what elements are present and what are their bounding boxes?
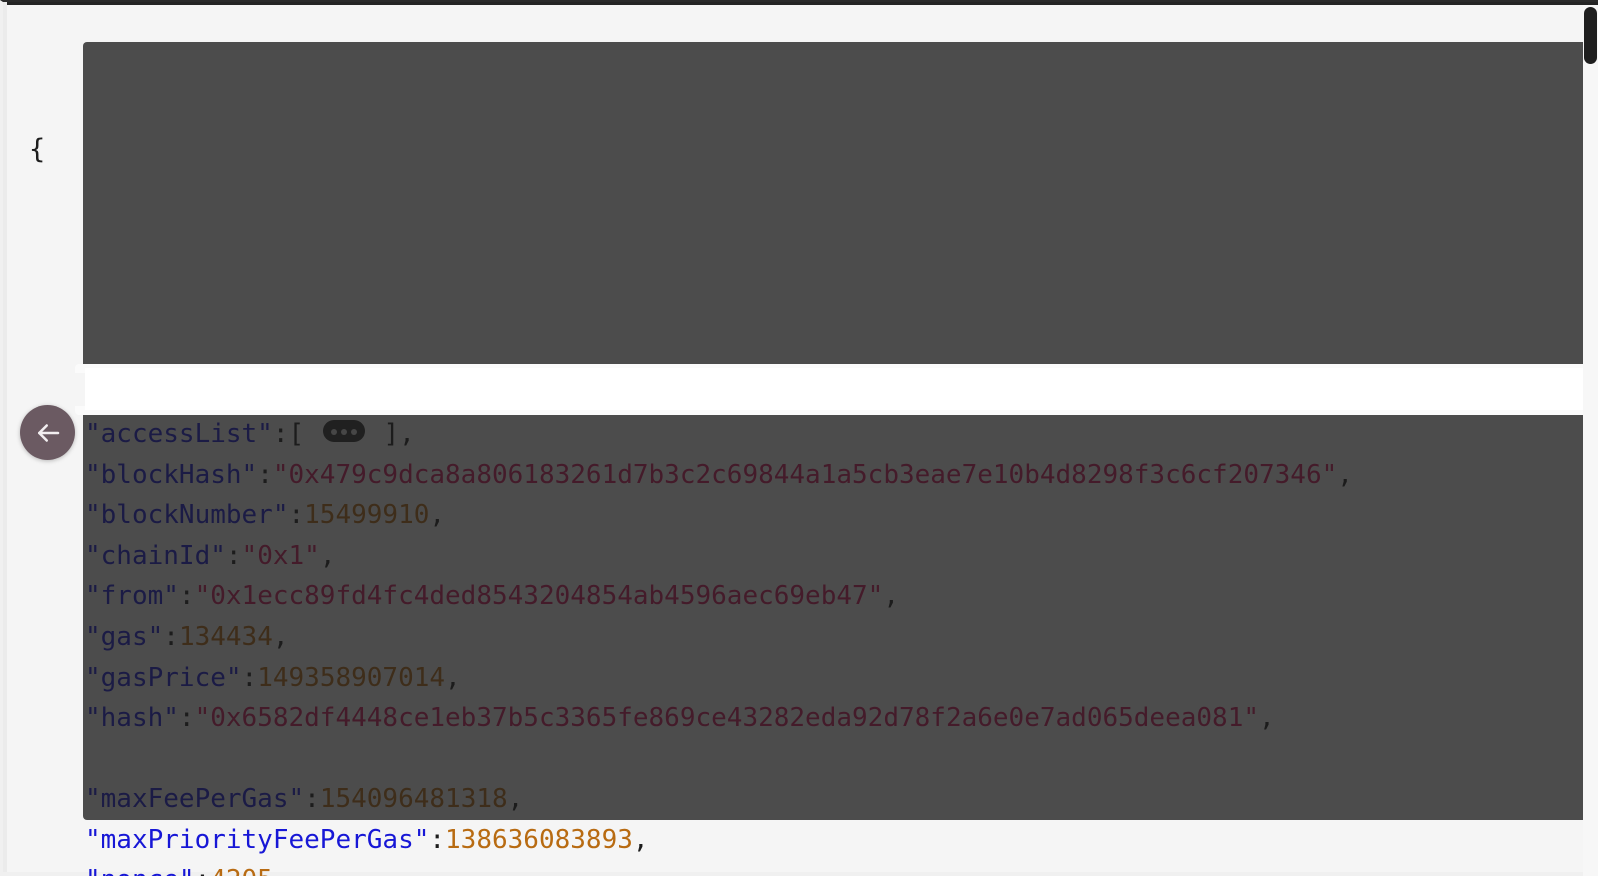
json-colon: : <box>257 459 273 490</box>
json-array-open: [ <box>288 418 320 449</box>
json-value: 15499910 <box>304 500 430 531</box>
json-value: "0x6582df4448ce1eb37b5c3365fe869ce43282e… <box>194 703 1260 734</box>
json-row[interactable]: "accessList":[ ], <box>85 414 1598 455</box>
json-row[interactable]: "blockHash":"0x479c9dca8a806183261d7b3c2… <box>85 455 1598 496</box>
json-row[interactable]: "gasPrice":149358907014, <box>85 658 1598 699</box>
json-comma: , <box>883 581 899 612</box>
json-row[interactable]: "hash":"0x6582df4448ce1eb37b5c3365fe869c… <box>85 698 1598 739</box>
json-colon: : <box>288 500 305 531</box>
json-value: 138636083893 <box>445 824 633 855</box>
json-key: "chainId" <box>85 540 226 571</box>
json-document: { "accessList":[ ], "blockHash":"0x479c9d… <box>3 2 1598 876</box>
json-comma: , <box>273 865 289 876</box>
json-row-input-highlighted[interactable]: "input":"0x00000001000000000000000000000… <box>85 368 1598 410</box>
back-button[interactable] <box>20 405 75 460</box>
json-key: "maxFeePerGas" <box>85 784 305 815</box>
json-row[interactable]: "from":"0x1ecc89fd4fc4ded8543204854ab459… <box>85 576 1598 617</box>
json-comma: , <box>429 500 446 531</box>
json-colon: : <box>195 865 211 876</box>
json-key: "maxPriorityFeePerGas" <box>85 824 430 855</box>
json-value: "0x479c9dca8a806183261d7b3c2c69844a1a5cb… <box>272 459 1338 490</box>
json-value: 149358907014 <box>257 662 446 693</box>
json-value: "0x1ecc89fd4fc4ded8543204854ab4596aec69e… <box>194 581 884 612</box>
ellipsis-pill-icon[interactable] <box>322 420 365 443</box>
vertical-scrollbar-thumb[interactable] <box>1584 7 1597 64</box>
json-row[interactable]: "chainId":"0x1", <box>85 536 1598 577</box>
json-colon: : <box>178 581 195 612</box>
json-comma: , <box>445 662 461 693</box>
json-key: "accessList" <box>85 418 273 449</box>
json-colon: : <box>178 703 195 734</box>
vertical-scrollbar-track[interactable] <box>1583 5 1598 876</box>
json-colon: : <box>304 784 320 815</box>
json-key: "blockNumber" <box>85 500 289 531</box>
json-comma: , <box>319 540 336 571</box>
json-comma: , <box>507 784 524 815</box>
spotlight-row-placeholder <box>85 739 1598 780</box>
json-value: 134434 <box>178 621 273 652</box>
json-row[interactable]: "gas":134434, <box>85 617 1598 658</box>
json-row[interactable]: "blockNumber":15499910, <box>85 495 1598 536</box>
json-colon: : <box>241 662 258 693</box>
json-open-brace: { <box>29 133 46 165</box>
json-key: "nonce" <box>85 865 195 876</box>
json-value: "0x1" <box>241 540 320 571</box>
json-value: 4205 <box>210 865 273 876</box>
json-comma: , <box>632 824 649 855</box>
arrow-left-icon <box>33 418 63 448</box>
json-row[interactable]: "maxPriorityFeePerGas":138636083893, <box>85 820 1598 861</box>
json-key: "hash" <box>85 703 179 734</box>
json-colon: : <box>429 824 446 855</box>
json-key: "gasPrice" <box>85 662 242 693</box>
json-key: "from" <box>85 581 179 612</box>
json-colon: : <box>163 621 179 652</box>
json-key: "blockHash" <box>85 459 258 490</box>
json-array-close: ], <box>367 418 415 449</box>
json-row[interactable]: "nonce":4205, <box>85 860 1598 876</box>
json-value: 154096481318 <box>319 784 508 815</box>
json-colon: : <box>272 418 289 449</box>
json-comma: , <box>1337 459 1353 490</box>
json-row[interactable]: "maxFeePerGas":154096481318, <box>85 779 1598 820</box>
json-comma: , <box>272 621 289 652</box>
json-colon: : <box>225 540 242 571</box>
json-comma: , <box>1259 703 1275 734</box>
json-viewer-viewport: { "accessList":[ ], "blockHash":"0x479c9d… <box>0 0 1598 876</box>
json-key: "gas" <box>85 621 164 652</box>
